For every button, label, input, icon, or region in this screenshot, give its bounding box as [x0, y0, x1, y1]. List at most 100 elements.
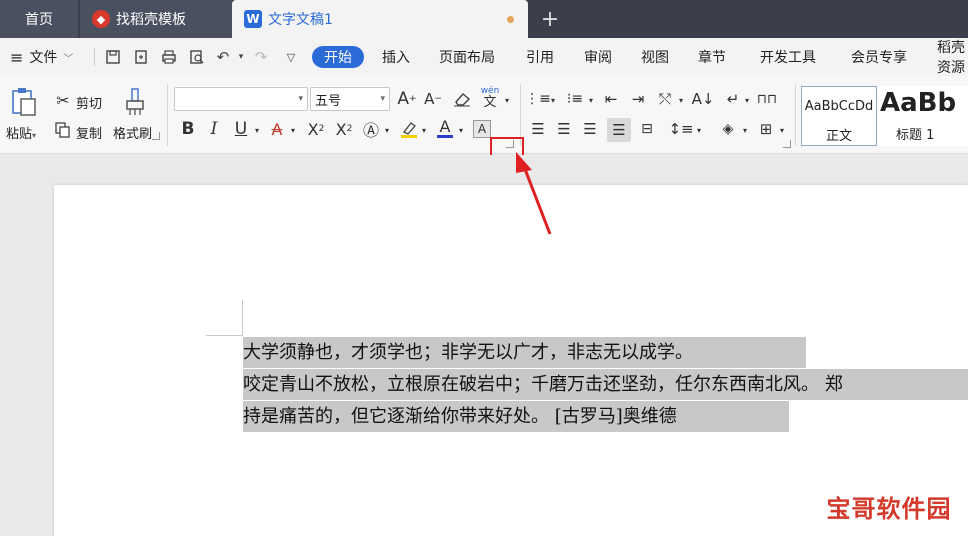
character-shading-icon[interactable]: A: [473, 120, 491, 138]
align-center-icon[interactable]: ☰: [554, 118, 574, 140]
menu-item-review[interactable]: 审阅: [584, 38, 612, 76]
tab-home-label: 首页: [25, 12, 53, 28]
text-line[interactable]: 咬定青山不放松，立根原在破岩中；千磨万击还坚劲，任尔东西南北风。 郑: [243, 369, 968, 400]
chevron-down-icon[interactable]: ▾: [252, 122, 262, 138]
chevron-down-icon[interactable]: ▾: [777, 122, 787, 138]
line-spacing-icon[interactable]: ↕≡: [668, 118, 693, 140]
hamburger-icon: ≡: [10, 47, 24, 67]
menu-item-developer[interactable]: 开发工具: [760, 38, 816, 76]
tab-templates[interactable]: ◆ 找稻壳模板: [80, 0, 232, 38]
paste-icon[interactable]: [10, 86, 38, 118]
text-effect-icon[interactable]: Ⓐ: [360, 118, 382, 140]
borders-icon[interactable]: ⊞: [755, 118, 777, 140]
tab-document-label: 文字文稿1: [268, 12, 333, 28]
text-line[interactable]: 大学须静也，才须学也；非学无以广才，非志无以成学。: [243, 337, 806, 368]
decrease-font-icon[interactable]: A −: [422, 88, 444, 110]
bold-icon[interactable]: B: [178, 118, 198, 140]
chevron-down-icon[interactable]: ▾: [288, 122, 298, 138]
menu-item-page-layout[interactable]: 页面布局: [439, 38, 495, 76]
style-heading-1-sample: AaBb: [880, 88, 957, 118]
superscript-icon[interactable]: X2: [303, 118, 329, 140]
chevron-down-icon[interactable]: ▾: [742, 92, 752, 108]
font-name-select[interactable]: ▾: [174, 87, 308, 111]
copy-icon[interactable]: [53, 120, 73, 140]
show-marks-icon[interactable]: ↵: [722, 88, 744, 110]
style-normal[interactable]: AaBbCcDd 正文: [801, 86, 877, 146]
increase-font-icon[interactable]: A +: [396, 88, 418, 110]
menu-item-home[interactable]: 开始: [312, 46, 364, 68]
paragraph-shading-icon[interactable]: ◈: [716, 118, 740, 140]
increase-indent-icon[interactable]: ⇥: [627, 88, 649, 110]
chevron-down-icon: ▾: [380, 94, 385, 104]
clear-format-icon[interactable]: [451, 88, 473, 110]
sort-icon[interactable]: A↓: [692, 88, 715, 110]
chevron-down-icon[interactable]: ▾: [694, 122, 704, 138]
pinyin-guide-icon[interactable]: wén 文: [477, 84, 503, 112]
style-heading-1[interactable]: AaBb 标题 1: [878, 86, 968, 146]
paste-label: 粘贴: [6, 127, 33, 142]
font-size-select[interactable]: 五号 ▾: [310, 87, 390, 111]
menu-item-view[interactable]: 视图: [641, 38, 669, 76]
align-left-icon[interactable]: ☰: [528, 118, 548, 140]
tab-bar: 首页 ◆ 找稻壳模板 W 文字文稿1 +: [0, 0, 968, 38]
writer-logo-icon: W: [244, 10, 262, 28]
save-icon[interactable]: [102, 47, 124, 67]
export-pdf-icon[interactable]: [130, 47, 152, 67]
style-normal-label: 正文: [825, 129, 852, 144]
more-dropdown-icon[interactable]: ▽: [280, 47, 302, 67]
chevron-down-icon[interactable]: ▾: [382, 122, 392, 138]
copy-button[interactable]: 复制: [76, 123, 102, 142]
menu-item-daoke[interactable]: 稻壳资源: [937, 38, 968, 76]
daoke-logo-icon: ◆: [92, 10, 110, 28]
distributed-icon[interactable]: ⊟: [636, 118, 658, 140]
menu-item-chapter[interactable]: 章节: [698, 38, 726, 76]
chinese-layout-icon[interactable]: ⤲: [654, 88, 676, 110]
font-color-icon[interactable]: A: [434, 116, 456, 140]
decrease-indent-icon[interactable]: ⇤: [600, 88, 622, 110]
strikethrough-icon[interactable]: A: [266, 118, 288, 140]
paragraph-launcher-icon[interactable]: [783, 140, 791, 148]
justify-icon[interactable]: ☰: [607, 118, 631, 142]
margin-corner-mark: [242, 300, 243, 336]
menu-item-member[interactable]: 会员专享: [851, 38, 907, 76]
clipboard-launcher-icon[interactable]: [152, 132, 160, 140]
menu-bar: ≡ 文件 ﹀ ↶ ▾ ↷ ▽ 开始 插入 页面布局 引用 审阅 视图 章节 开发…: [0, 38, 968, 76]
format-painter-icon[interactable]: [122, 86, 148, 118]
chevron-down-icon[interactable]: ▾: [548, 92, 558, 108]
paste-button[interactable]: 粘贴▾: [6, 123, 36, 142]
chevron-down-icon[interactable]: ▾: [586, 92, 596, 108]
highlight-icon[interactable]: [398, 118, 420, 140]
menu-item-insert[interactable]: 插入: [382, 38, 410, 76]
numbered-list-icon[interactable]: ⁝≡: [563, 88, 587, 110]
tab-home[interactable]: 首页: [0, 0, 78, 38]
chevron-down-icon[interactable]: ▾: [740, 122, 750, 138]
file-menu[interactable]: ≡ 文件 ﹀: [10, 38, 73, 76]
tab-stops-icon[interactable]: ⊓⊓: [756, 88, 778, 110]
subscript-icon[interactable]: X2: [331, 118, 357, 140]
redo-icon[interactable]: ↷: [250, 47, 272, 67]
undo-dropdown-icon[interactable]: ▾: [230, 47, 252, 67]
print-icon[interactable]: [158, 47, 180, 67]
cut-button[interactable]: 剪切: [76, 93, 102, 112]
underline-icon[interactable]: U: [230, 118, 252, 140]
text-line[interactable]: 持是痛苦的，但它逐渐给你带来好处。 [古罗马]奥维德: [243, 401, 789, 432]
tab-templates-label: 找稻壳模板: [116, 12, 186, 28]
scissors-icon[interactable]: ✂: [53, 90, 73, 110]
chevron-down-icon[interactable]: ▾: [456, 122, 466, 138]
chevron-down-icon: ﹀: [63, 53, 74, 65]
chevron-down-icon[interactable]: ▾: [676, 92, 686, 108]
unsaved-dot-icon: [507, 16, 514, 23]
format-painter-button[interactable]: 格式刷: [113, 123, 152, 142]
menu-item-references[interactable]: 引用: [526, 38, 554, 76]
bullet-list-icon[interactable]: ⋮≡: [525, 88, 551, 110]
new-tab-button[interactable]: +: [540, 0, 560, 38]
chevron-down-icon[interactable]: ▾: [502, 90, 512, 110]
tab-document[interactable]: W 文字文稿1: [232, 0, 528, 38]
print-preview-icon[interactable]: [186, 47, 208, 67]
divider: [167, 84, 168, 146]
chevron-down-icon[interactable]: ▾: [419, 122, 429, 138]
margin-corner-mark: [206, 335, 242, 336]
font-size-value: 五号: [315, 93, 342, 109]
italic-icon[interactable]: I: [204, 118, 224, 140]
align-right-icon[interactable]: ☰: [580, 118, 600, 140]
